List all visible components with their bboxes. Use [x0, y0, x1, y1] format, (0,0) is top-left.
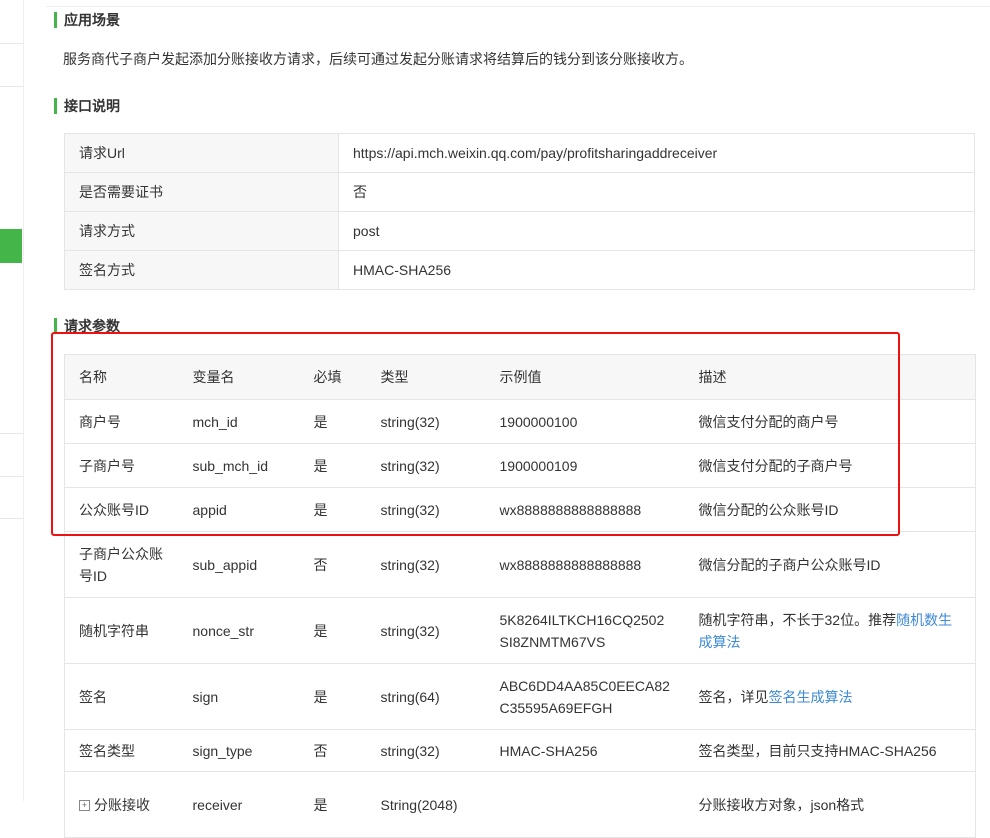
- param-desc: 微信支付分配的子商户号: [684, 443, 976, 488]
- column-header: 描述: [684, 354, 976, 400]
- column-header: 变量名: [178, 354, 300, 400]
- section-title-scene: 应用场景: [54, 12, 120, 28]
- api-info-value: post: [338, 211, 975, 251]
- table-row: 随机字符串 nonce_str 是 string(32) 5K8264ILTKC…: [64, 597, 976, 664]
- table-row: 商户号 mch_id 是 string(32) 1900000100 微信支付分…: [64, 399, 976, 444]
- api-info-table: 请求Url https://api.mch.weixin.qq.com/pay/…: [64, 133, 975, 290]
- param-var: sign_type: [178, 729, 300, 772]
- table-row: 签名方式 HMAC-SHA256: [64, 250, 975, 290]
- api-info-value: https://api.mch.weixin.qq.com/pay/profit…: [338, 133, 975, 173]
- table-row: 公众账号ID appid 是 string(32) wx888888888888…: [64, 487, 976, 532]
- param-example: wx8888888888888888: [485, 487, 685, 532]
- nav-divider: [0, 433, 23, 434]
- column-header: 必填: [299, 354, 367, 400]
- param-desc: 微信分配的子商户公众账号ID: [684, 531, 976, 598]
- table-row: + 分账接收 receiver 是 String(2048) 分账接收方对象，js…: [64, 771, 976, 838]
- param-desc-text: 签名，详见: [698, 688, 769, 705]
- param-required: 是: [299, 399, 367, 444]
- param-name: 随机字符串: [64, 597, 179, 664]
- column-header: 类型: [366, 354, 486, 400]
- param-name: 签名类型: [64, 729, 179, 772]
- param-required: 是: [299, 663, 367, 730]
- section-title-params: 请求参数: [54, 318, 120, 334]
- table-row: 签名 sign 是 string(64) ABC6DD4AA85C0EECA82…: [64, 663, 976, 730]
- signature-algorithm-link[interactable]: 签名生成算法: [769, 689, 853, 705]
- param-desc: 签名，详见签名生成算法: [684, 663, 976, 730]
- param-desc: 微信支付分配的商户号: [684, 399, 976, 444]
- api-info-value: HMAC-SHA256: [338, 250, 975, 290]
- param-example: HMAC-SHA256: [485, 729, 685, 772]
- param-desc: 微信分配的公众账号ID: [684, 487, 976, 532]
- param-required: 是: [299, 487, 367, 532]
- table-header-row: 名称 变量名 必填 类型 示例值 描述: [64, 354, 976, 400]
- param-name: 公众账号ID: [64, 487, 179, 532]
- param-type: string(32): [366, 531, 486, 598]
- param-var: receiver: [178, 771, 300, 838]
- param-var: appid: [178, 487, 300, 532]
- param-name: 签名: [64, 663, 179, 730]
- param-name: 子商户号: [64, 443, 179, 488]
- param-required: 是: [299, 771, 367, 838]
- param-type: string(32): [366, 597, 486, 664]
- param-example: 1900000109: [485, 443, 685, 488]
- param-name: 分账接收: [94, 796, 150, 813]
- api-info-key: 是否需要证书: [64, 172, 339, 212]
- param-name-expandable[interactable]: + 分账接收: [64, 771, 179, 838]
- table-row: 请求方式 post: [64, 211, 975, 251]
- section-scene-description: 服务商代子商户发起添加分账接收方请求，后续可通过发起分账请求将结算后的钱分到该分…: [63, 51, 693, 67]
- param-var: nonce_str: [178, 597, 300, 664]
- nav-active-indicator[interactable]: [0, 229, 22, 263]
- param-desc-text: 随机字符串，不长于32位。推荐: [698, 611, 897, 628]
- api-info-key: 请求Url: [64, 133, 339, 173]
- param-required: 是: [299, 443, 367, 488]
- table-row: 签名类型 sign_type 否 string(32) HMAC-SHA256 …: [64, 729, 976, 772]
- param-var: sign: [178, 663, 300, 730]
- param-type: string(32): [366, 399, 486, 444]
- param-required: 是: [299, 597, 367, 664]
- param-desc: 随机字符串，不长于32位。推荐随机数生成算法: [684, 597, 976, 664]
- param-example: ABC6DD4AA85C0EECA82C35595A69EFGH: [485, 663, 685, 730]
- table-row: 是否需要证书 否: [64, 172, 975, 212]
- param-required: 否: [299, 729, 367, 772]
- param-desc: 分账接收方对象，json格式: [684, 771, 976, 838]
- param-var: mch_id: [178, 399, 300, 444]
- nav-divider: [0, 518, 23, 519]
- table-row: 子商户公众账号ID sub_appid 否 string(32) wx88888…: [64, 531, 976, 598]
- param-name: 子商户公众账号ID: [64, 531, 179, 598]
- param-type: String(2048): [366, 771, 486, 838]
- plus-expand-icon[interactable]: +: [79, 799, 90, 811]
- nav-divider: [0, 476, 23, 477]
- param-name: 商户号: [64, 399, 179, 444]
- param-example: [485, 771, 685, 838]
- param-example: wx8888888888888888: [485, 531, 685, 598]
- param-type: string(32): [366, 729, 486, 772]
- param-type: string(32): [366, 487, 486, 532]
- left-nav-rail: [0, 0, 24, 801]
- param-type: string(32): [366, 443, 486, 488]
- param-example: 5K8264ILTKCH16CQ2502SI8ZNMTM67VS: [485, 597, 685, 664]
- param-desc-warning: 签名类型，目前只支持HMAC-SHA256: [684, 729, 976, 772]
- param-type: string(64): [366, 663, 486, 730]
- section-title-api: 接口说明: [54, 98, 120, 114]
- param-var: sub_appid: [178, 531, 300, 598]
- api-info-key: 请求方式: [64, 211, 339, 251]
- nav-divider: [0, 86, 23, 87]
- param-example: 1900000100: [485, 399, 685, 444]
- column-header: 示例值: [485, 354, 685, 400]
- nav-divider: [0, 43, 23, 44]
- column-header: 名称: [64, 354, 179, 400]
- param-required: 否: [299, 531, 367, 598]
- api-info-value: 否: [338, 172, 975, 212]
- api-info-key: 签名方式: [64, 250, 339, 290]
- params-table: 名称 变量名 必填 类型 示例值 描述 商户号 mch_id 是 string(…: [64, 354, 976, 838]
- table-row: 请求Url https://api.mch.weixin.qq.com/pay/…: [64, 133, 975, 173]
- top-divider: [46, 6, 990, 7]
- param-var: sub_mch_id: [178, 443, 300, 488]
- table-row: 子商户号 sub_mch_id 是 string(32) 1900000109 …: [64, 443, 976, 488]
